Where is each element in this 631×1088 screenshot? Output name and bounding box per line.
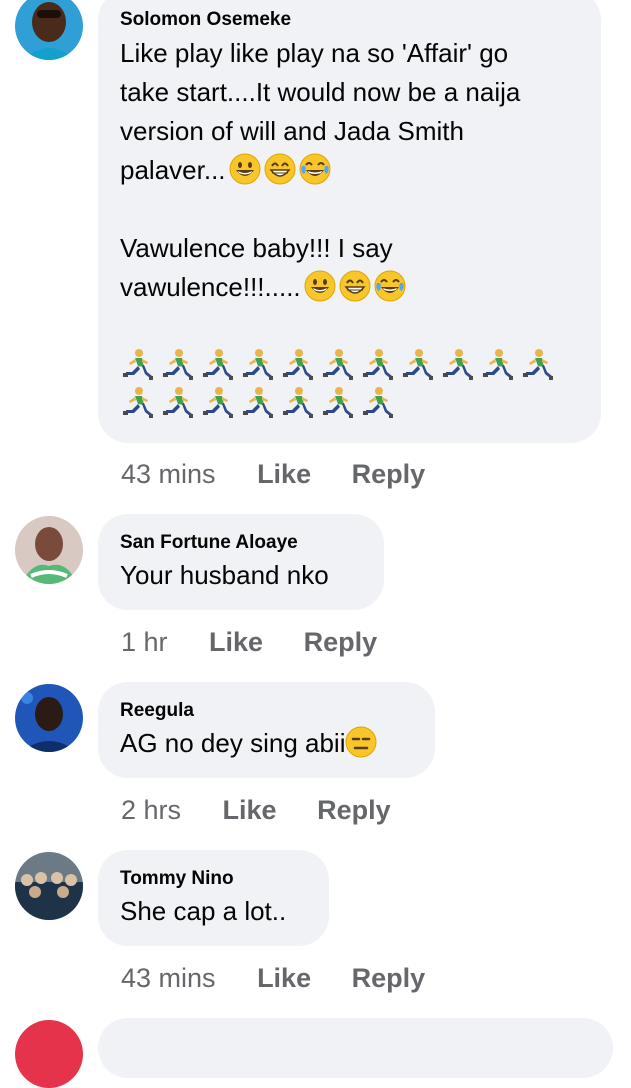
like-button[interactable]: Like (257, 458, 311, 490)
comment-bubble (98, 1018, 613, 1078)
person-running-icon (160, 386, 194, 420)
avatar[interactable] (15, 684, 83, 752)
runner-emoji-row (120, 344, 579, 382)
reply-button[interactable]: Reply (304, 626, 378, 658)
person-running-icon (280, 386, 314, 420)
reply-button[interactable]: Reply (352, 458, 426, 490)
comment-author[interactable]: Solomon Osemeke (120, 8, 579, 32)
expressionless-face-icon (345, 726, 377, 758)
person-running-icon (360, 348, 394, 382)
reply-button[interactable]: Reply (317, 794, 391, 826)
comment-timestamp: 43 mins (121, 963, 216, 993)
comment-timestamp: 1 hr (121, 627, 168, 657)
comment-line: version of will and Jada Smith (120, 116, 464, 146)
comment-text: Like play like play na so 'Affair' go ta… (120, 34, 579, 420)
comment-text: She cap a lot.. (120, 896, 287, 926)
comment-actions: 1 hr Like Reply (121, 626, 377, 658)
comment-line: Like play like play na so 'Affair' go (120, 38, 509, 68)
comment-author[interactable]: Tommy Nino (120, 867, 307, 891)
comment-line: vawulence!!!..... (120, 272, 301, 302)
runner-emoji-group (120, 344, 579, 420)
comment-bubble: Reegula AG no dey sing abii (98, 682, 435, 778)
like-button[interactable]: Like (257, 962, 311, 994)
comment-actions: 43 mins Like Reply (121, 458, 425, 490)
tears-of-joy-face-icon (299, 153, 331, 185)
person-running-icon (120, 348, 154, 382)
avatar[interactable] (15, 0, 83, 60)
comment-timestamp: 2 hrs (121, 795, 182, 825)
comment-line: Vawulence baby!!! I say (120, 233, 393, 263)
person-running-icon (200, 386, 234, 420)
comment-line: take start....It would now be a naija (120, 77, 521, 107)
tears-of-joy-face-icon (374, 270, 406, 302)
comment-text: AG no dey sing abii (120, 728, 346, 758)
comment-line: palaver... (120, 155, 226, 185)
beaming-face-icon (264, 153, 296, 185)
person-running-icon (400, 348, 434, 382)
comment-bubble: San Fortune Aloaye Your husband nko (98, 514, 384, 610)
person-running-icon (280, 348, 314, 382)
avatar[interactable] (15, 852, 83, 920)
person-running-icon (320, 386, 354, 420)
comment-bubble: Tommy Nino She cap a lot.. (98, 850, 329, 946)
grinning-face-icon (304, 270, 336, 302)
comment-actions: 43 mins Like Reply (121, 962, 425, 994)
reply-button[interactable]: Reply (352, 962, 426, 994)
beaming-face-icon (339, 270, 371, 302)
comment-bubble: Solomon Osemeke Like play like play na s… (98, 0, 601, 443)
comment-actions: 2 hrs Like Reply (121, 794, 391, 826)
avatar[interactable] (15, 516, 83, 584)
like-button[interactable]: Like (209, 626, 263, 658)
person-running-icon (480, 348, 514, 382)
avatar[interactable] (15, 1020, 83, 1088)
person-running-icon (240, 386, 274, 420)
person-running-icon (520, 348, 554, 382)
person-running-icon (440, 348, 474, 382)
comment-author[interactable]: San Fortune Aloaye (120, 531, 362, 555)
runner-emoji-row (120, 382, 579, 420)
person-running-icon (360, 386, 394, 420)
comment-text: Your husband nko (120, 560, 329, 590)
person-running-icon (200, 348, 234, 382)
comment-author[interactable]: Reegula (120, 699, 413, 723)
person-running-icon (320, 348, 354, 382)
grinning-face-icon (229, 153, 261, 185)
comment-timestamp: 43 mins (121, 459, 216, 489)
person-running-icon (120, 386, 154, 420)
like-button[interactable]: Like (223, 794, 277, 826)
person-running-icon (240, 348, 274, 382)
person-running-icon (160, 348, 194, 382)
